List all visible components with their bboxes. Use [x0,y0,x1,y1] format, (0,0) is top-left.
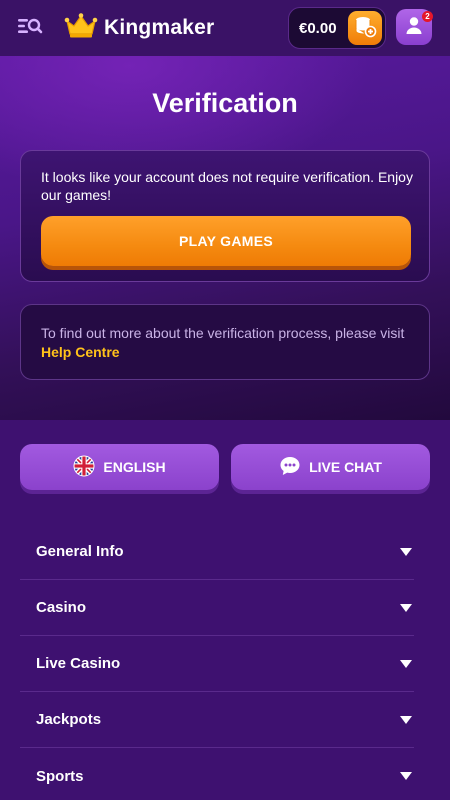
help-message: To find out more about the verification … [41,324,421,362]
play-games-button[interactable]: PLAY GAMES [41,216,411,266]
accordion-label: General Info [36,543,124,560]
triangle-down-icon [400,547,412,556]
live-chat-button[interactable]: LIVE CHAT [231,444,430,490]
footer: ENGLISH LIVE CHAT General Info Casino Li… [0,420,450,800]
triangle-down-icon [400,603,412,612]
verification-card: It looks like your account does not requ… [20,150,430,282]
accordion-item-general-info[interactable]: General Info [20,524,414,580]
coins-plus-icon [353,14,377,43]
profile-button[interactable]: 2 [396,9,433,45]
help-centre-link[interactable]: Help Centre [41,344,120,360]
uk-flag-icon [73,455,95,480]
accordion-item-casino[interactable]: Casino [20,580,414,636]
live-chat-label: LIVE CHAT [309,459,382,475]
deposit-button[interactable] [348,11,382,45]
brand-name: Kingmaker [104,16,215,39]
search-menu-icon [17,16,43,41]
footer-accordion: General Info Casino Live Casino Jackpots… [20,524,414,800]
accordion-item-live-casino[interactable]: Live Casino [20,636,414,692]
crown-icon [64,12,98,44]
accordion-label: Live Casino [36,655,121,672]
user-icon [404,15,424,40]
verification-message: It looks like your account does not requ… [41,169,413,203]
balance-amount: €0.00 [299,19,337,37]
triangle-down-icon [400,715,412,724]
help-prefix: To find out more about the verification … [41,325,405,341]
language-label: ENGLISH [103,459,166,475]
page: Kingmaker €0.00 2 Verification It looks … [0,0,450,800]
page-title: Verification [152,88,298,118]
help-card: To find out more about the verification … [20,304,430,380]
language-button[interactable]: ENGLISH [20,444,219,490]
triangle-down-icon [400,772,412,780]
accordion-item-jackpots[interactable]: Jackpots [20,692,414,748]
top-header: Kingmaker €0.00 2 [0,0,450,56]
accordion-label: Jackpots [36,711,102,728]
triangle-down-icon [400,659,412,668]
accordion-label: Sports [36,767,84,785]
balance-widget[interactable]: €0.00 [288,7,386,49]
brand-logo[interactable]: Kingmaker [64,12,214,44]
menu-search-button[interactable] [16,16,44,40]
chat-bubble-icon [279,455,301,480]
accordion-item-sports[interactable]: Sports [20,748,414,800]
accordion-label: Casino [36,599,87,616]
notification-badge: 2 [422,11,433,22]
